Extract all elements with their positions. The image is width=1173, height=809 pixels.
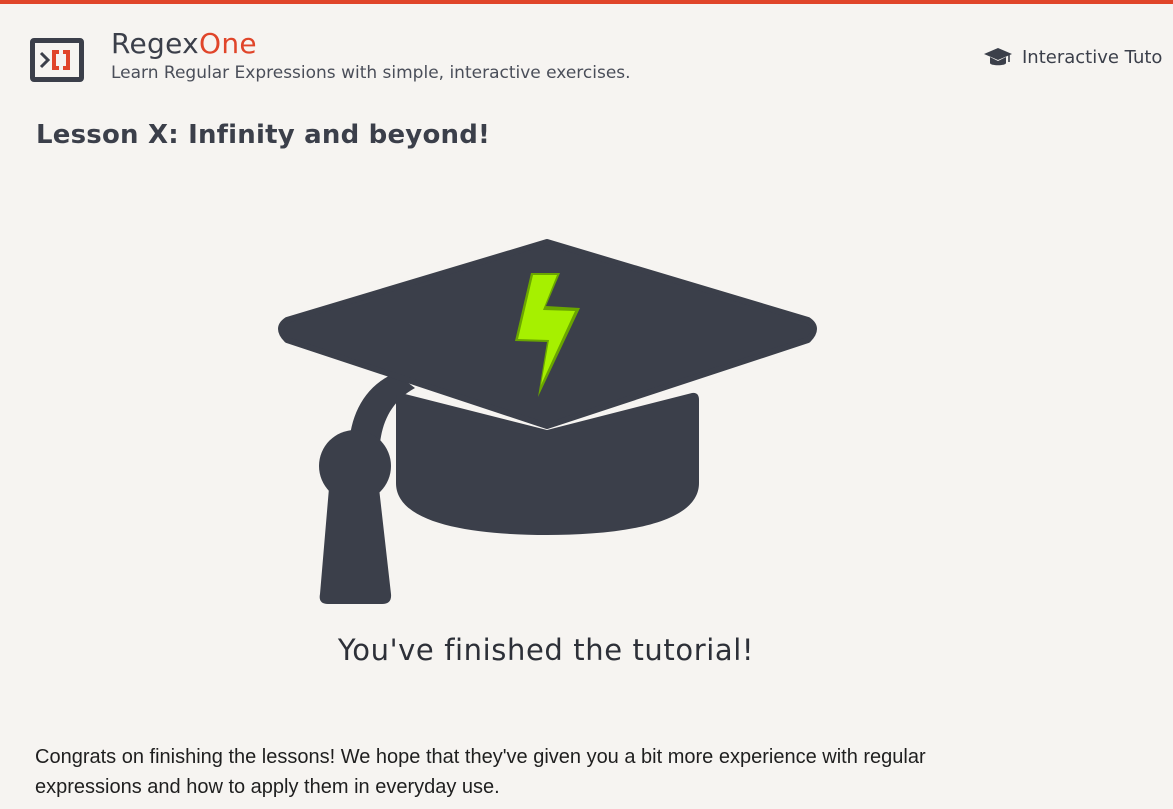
graduation-cap-lightning-icon	[275, 238, 819, 608]
site-header: RegexOne Learn Regular Expressions with …	[0, 4, 1173, 100]
site-tagline: Learn Regular Expressions with simple, i…	[111, 63, 631, 83]
congrats-paragraph: Congrats on finishing the lessons! We ho…	[35, 746, 926, 798]
brand-name-one: One	[199, 27, 257, 60]
site-brand[interactable]: RegexOne	[111, 27, 257, 61]
tutorial-finished-message: You've finished the tutorial!	[337, 633, 755, 667]
brand-name-regex: Regex	[111, 27, 200, 60]
page: RegexOne Learn Regular Expressions with …	[0, 0, 1173, 809]
lesson-title: Lesson X: Infinity and beyond!	[36, 120, 491, 150]
nav-link-label: Interactive Tuto	[1022, 46, 1163, 68]
regex-bracket-icon	[39, 50, 70, 70]
nav-interactive-tutorial-link[interactable]: Interactive Tuto	[983, 44, 1162, 70]
graduation-cap-icon	[983, 46, 1013, 68]
site-logo[interactable]	[30, 38, 84, 82]
